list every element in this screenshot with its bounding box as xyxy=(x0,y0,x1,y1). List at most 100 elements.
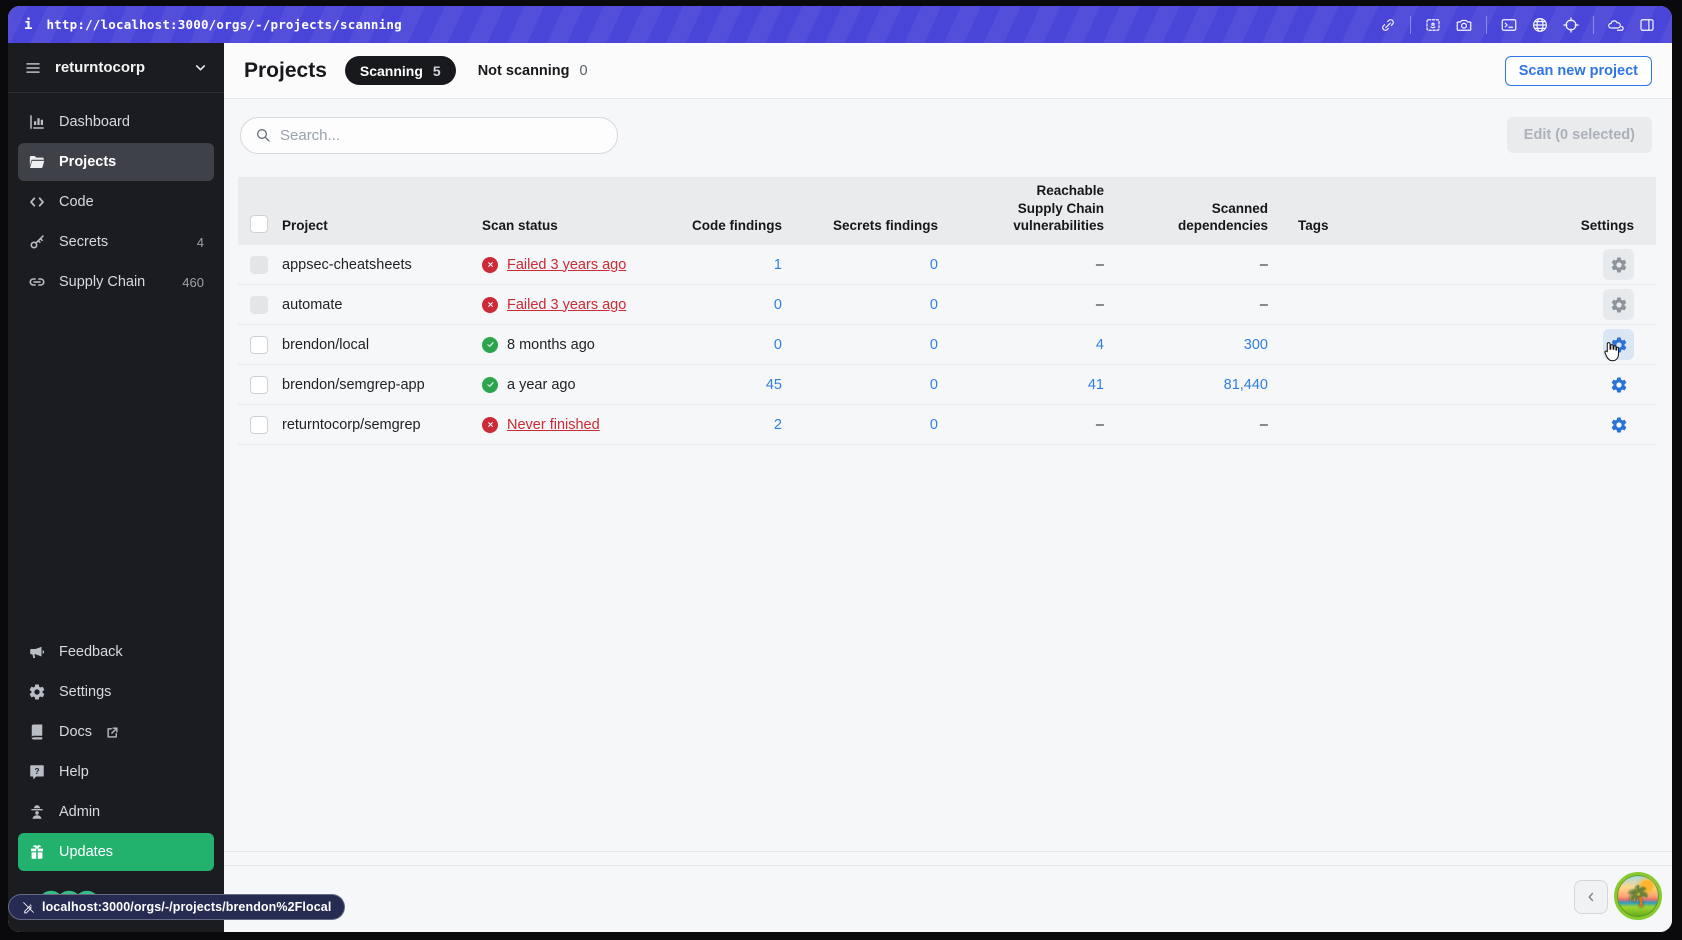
scan-status-text: a year ago xyxy=(507,376,576,393)
project-name[interactable]: automate xyxy=(282,297,482,313)
project-name[interactable]: brendon/local xyxy=(282,337,482,353)
code-findings-link[interactable]: 2 xyxy=(667,417,782,433)
dashboard-icon xyxy=(30,115,44,129)
sidebar-item-settings[interactable]: Settings xyxy=(18,673,214,711)
row-checkbox[interactable] xyxy=(250,415,268,434)
key-icon xyxy=(30,235,44,249)
col-scanned-dependencies: Scanned dependencies xyxy=(1177,200,1268,234)
sidebar-item-updates[interactable]: Updates xyxy=(18,833,214,871)
gear-icon xyxy=(29,684,45,700)
link-icon[interactable] xyxy=(1379,16,1397,34)
sidebar-item-label: Supply Chain xyxy=(59,274,146,290)
code-findings-link[interactable]: 45 xyxy=(667,377,782,393)
main-content: Projects Scanning 5 Not scanning 0 Scan … xyxy=(224,43,1672,932)
reachable-vulns-value: – xyxy=(1095,256,1104,273)
sidebar-item-help[interactable]: ? Help xyxy=(18,753,214,791)
table-header-row: Project Scan status Code findings Secret… xyxy=(238,177,1656,245)
org-switcher[interactable]: returntocorp xyxy=(8,43,224,93)
row-checkbox[interactable] xyxy=(250,335,268,354)
sidebar-item-docs[interactable]: Docs xyxy=(18,713,214,751)
divider xyxy=(1486,15,1487,34)
code-findings-link[interactable]: 0 xyxy=(667,337,782,353)
code-icon xyxy=(30,197,44,207)
scan-status-link[interactable]: Never finished xyxy=(507,417,600,433)
sidebar-item-feedback[interactable]: Feedback xyxy=(18,633,214,671)
collapse-left-button[interactable] xyxy=(1574,880,1608,914)
link-status-text: localhost:3000/orgs/-/projects/brendon%2… xyxy=(42,900,332,914)
col-code-findings: Code findings xyxy=(692,218,782,234)
split-view-icon[interactable] xyxy=(1638,16,1656,34)
scanned-dependencies-link[interactable]: 81,440 xyxy=(1104,377,1268,393)
sidebar-item-supply-chain[interactable]: Supply Chain 460 xyxy=(18,263,214,301)
clouds-icon[interactable] xyxy=(1607,16,1625,34)
tab-not-scanning[interactable]: Not scanning 0 xyxy=(478,63,588,79)
project-settings-button[interactable] xyxy=(1603,329,1634,360)
sidebar-item-label: Updates xyxy=(59,844,114,860)
col-project: Project xyxy=(282,218,328,234)
project-settings-button[interactable] xyxy=(1603,369,1634,400)
sidebar-item-admin[interactable]: Admin xyxy=(18,793,214,831)
table-row: automate Failed 3 years ago 0 0 – – xyxy=(238,285,1656,325)
sidebar-item-label: Admin xyxy=(59,804,101,820)
row-checkbox[interactable] xyxy=(250,295,268,314)
svg-text:?: ? xyxy=(34,767,39,776)
failed-icon xyxy=(482,416,498,433)
sidebar-item-label: Help xyxy=(59,764,89,780)
hamburger-icon[interactable] xyxy=(24,59,42,77)
crosshair-icon[interactable] xyxy=(1562,16,1580,34)
tab-not-scanning-label: Not scanning xyxy=(477,62,570,79)
code-findings-link[interactable]: 1 xyxy=(667,257,782,273)
reachable-vulns-value: – xyxy=(1095,416,1104,433)
row-checkbox[interactable] xyxy=(250,375,268,394)
secrets-findings-link[interactable]: 0 xyxy=(782,417,938,433)
edit-selected-button[interactable]: Edit (0 selected) xyxy=(1506,117,1652,153)
select-all-checkbox[interactable] xyxy=(250,215,268,233)
link-status-bar: localhost:3000/orgs/-/projects/brendon%2… xyxy=(8,894,346,920)
reachable-vulns-link[interactable]: 41 xyxy=(938,377,1104,393)
project-name[interactable]: appsec-cheatsheets xyxy=(282,257,482,273)
image-capture-icon[interactable] xyxy=(1424,16,1442,34)
row-checkbox[interactable] xyxy=(250,255,268,274)
scanned-dependencies-link[interactable]: 300 xyxy=(1104,337,1268,353)
secrets-findings-link[interactable]: 0 xyxy=(782,257,938,273)
terminal-icon[interactable] xyxy=(1500,16,1518,34)
sidebar-item-label: Projects xyxy=(59,154,117,170)
search-box[interactable] xyxy=(240,116,618,154)
project-settings-button[interactable] xyxy=(1603,289,1634,320)
search-icon xyxy=(257,129,270,142)
search-input[interactable] xyxy=(280,126,603,144)
project-name[interactable]: returntocorp/semgrep xyxy=(282,417,482,433)
reachable-vulns-link[interactable]: 4 xyxy=(938,337,1104,353)
footer-divider xyxy=(224,851,1672,852)
chevron-left-icon xyxy=(1588,892,1594,902)
sidebar: returntocorp Dashboard Projects Code Sec… xyxy=(8,43,224,932)
gift-icon xyxy=(31,845,43,859)
project-settings-button[interactable] xyxy=(1603,409,1634,440)
sidebar-item-code[interactable]: Code xyxy=(18,183,214,221)
camera-icon[interactable] xyxy=(1455,16,1473,34)
scan-status-link[interactable]: Failed 3 years ago xyxy=(507,297,626,313)
divider xyxy=(1593,15,1594,34)
sidebar-item-dashboard[interactable]: Dashboard xyxy=(18,103,214,141)
secrets-findings-link[interactable]: 0 xyxy=(782,337,938,353)
project-name[interactable]: brendon/semgrep-app xyxy=(282,377,482,393)
island-widget-button[interactable]: 🌴 xyxy=(1614,872,1662,920)
scan-status-text: 8 months ago xyxy=(507,336,595,353)
scan-new-project-button[interactable]: Scan new project xyxy=(1504,55,1652,86)
col-scan-status: Scan status xyxy=(482,218,558,234)
secrets-findings-link[interactable]: 0 xyxy=(782,297,938,313)
chevron-down-icon xyxy=(195,65,206,71)
failed-icon xyxy=(482,256,498,273)
sidebar-item-label: Secrets xyxy=(59,234,109,250)
megaphone-icon xyxy=(30,646,45,658)
project-settings-button[interactable] xyxy=(1603,249,1634,280)
tab-scanning[interactable]: Scanning 5 xyxy=(344,56,456,85)
secrets-findings-link[interactable]: 0 xyxy=(782,377,938,393)
sidebar-item-projects[interactable]: Projects xyxy=(18,143,214,181)
secrets-count-badge: 4 xyxy=(196,234,204,250)
folder-icon xyxy=(29,156,45,169)
code-findings-link[interactable]: 0 xyxy=(667,297,782,313)
scan-status-link[interactable]: Failed 3 years ago xyxy=(507,257,626,273)
globe-icon[interactable] xyxy=(1531,16,1549,34)
sidebar-item-secrets[interactable]: Secrets 4 xyxy=(18,223,214,261)
